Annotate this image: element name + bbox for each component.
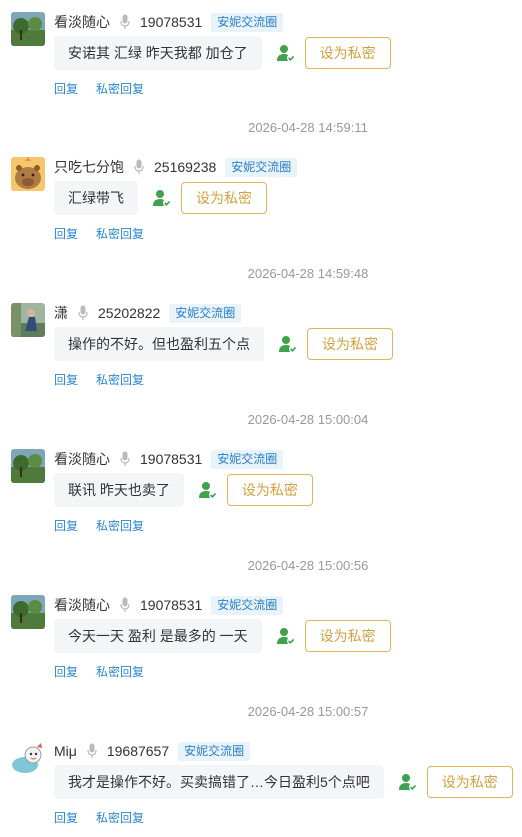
microphone-icon[interactable]	[134, 159, 144, 175]
user-avatar[interactable]	[11, 595, 45, 629]
username[interactable]: Miμ	[54, 743, 77, 759]
user-id: 19078531	[140, 597, 203, 613]
reply-link[interactable]: 回复	[54, 665, 78, 679]
user-id: 19687657	[106, 743, 170, 759]
set-private-button[interactable]: 设为私密	[304, 620, 391, 652]
group-tag[interactable]: 安妮交流圈	[169, 303, 242, 323]
timestamp: 2026-04-28 14:59:48	[247, 266, 369, 281]
username[interactable]: 看淡随心	[54, 449, 110, 469]
set-private-button[interactable]: 设为私密	[181, 182, 267, 214]
user-avatar[interactable]	[11, 449, 45, 483]
message-bubble: 今天一天 盈利 是最多的 一天	[54, 619, 262, 653]
reply-link[interactable]: 回复	[54, 227, 78, 241]
person-check-icon[interactable]	[278, 334, 298, 354]
user-id: 25202822	[98, 305, 161, 321]
user-avatar[interactable]	[11, 12, 45, 46]
private-reply-link[interactable]: 私密回复	[96, 227, 144, 241]
set-private-button[interactable]: 设为私密	[226, 474, 313, 506]
private-reply-link[interactable]: 私密回复	[96, 665, 144, 679]
microphone-icon[interactable]	[78, 305, 88, 321]
microphone-icon[interactable]	[120, 451, 130, 467]
capybara-avatar-image	[11, 157, 45, 191]
person-check-icon[interactable]	[198, 480, 218, 500]
message-bubble: 联讯 昨天也卖了	[54, 473, 184, 507]
group-tag[interactable]: 安妮交流圈	[211, 595, 284, 615]
group-tag[interactable]: 安妮交流圈	[211, 449, 284, 469]
microphone-icon[interactable]	[120, 14, 130, 30]
user-id: 19078531	[140, 451, 203, 467]
set-private-button[interactable]: 设为私密	[307, 328, 393, 360]
user-id: 25169238	[154, 159, 217, 175]
user-avatar[interactable]	[11, 303, 45, 337]
private-reply-link[interactable]: 私密回复	[96, 519, 144, 533]
reply-link[interactable]: 回复	[54, 519, 78, 533]
timestamp: 2026-04-28 15:00:57	[247, 704, 369, 719]
message-bubble: 我才是操作不好。买卖搞错了…今日盈利5个点吧	[54, 765, 384, 799]
username[interactable]: 看淡随心	[54, 12, 110, 32]
group-tag[interactable]: 安妮交流圈	[225, 157, 298, 177]
person-check-icon[interactable]	[398, 772, 418, 792]
user-avatar[interactable]	[11, 741, 45, 775]
reply-link[interactable]: 回复	[54, 82, 78, 96]
group-tag[interactable]: 安妮交流圈	[178, 741, 251, 761]
username[interactable]: 潇	[54, 303, 68, 323]
group-tag[interactable]: 安妮交流圈	[211, 12, 284, 32]
landscape-avatar-image	[11, 449, 45, 483]
microphone-icon[interactable]	[120, 597, 130, 613]
person-check-icon[interactable]	[276, 43, 296, 63]
microphone-icon[interactable]	[87, 743, 97, 759]
username[interactable]: 只吃七分饱	[54, 157, 124, 177]
cartoon-avatar-image	[11, 741, 45, 775]
timestamp: 2026-04-28 15:00:56	[247, 558, 369, 573]
landscape-avatar-image	[11, 12, 45, 46]
timestamp: 2026-04-28 14:59:11	[248, 120, 368, 135]
set-private-button[interactable]: 设为私密	[304, 37, 391, 69]
message-bubble: 操作的不好。但也盈利五个点	[54, 327, 264, 361]
person-check-icon[interactable]	[276, 626, 296, 646]
timestamp: 2026-04-28 15:00:04	[247, 412, 369, 427]
message-bubble: 汇绿带飞	[54, 181, 138, 215]
message-item: Miμ 19687657 安妮交流圈 我才是操作不好。买卖搞错了…今日盈利5个点…	[0, 741, 522, 837]
user-id: 19078531	[140, 14, 203, 30]
message-bubble: 安诺其 汇绿 昨天我都 加仓了	[54, 36, 262, 70]
private-reply-link[interactable]: 私密回复	[96, 811, 144, 825]
person-check-icon[interactable]	[152, 188, 172, 208]
username[interactable]: 看淡随心	[54, 595, 110, 615]
private-reply-link[interactable]: 私密回复	[96, 82, 144, 96]
set-private-button[interactable]: 设为私密	[426, 766, 513, 798]
landscape-avatar-image	[11, 595, 45, 629]
reply-link[interactable]: 回复	[54, 811, 78, 825]
user-avatar[interactable]	[11, 157, 45, 191]
reply-link[interactable]: 回复	[54, 373, 78, 387]
figure-avatar-image	[11, 303, 45, 337]
private-reply-link[interactable]: 私密回复	[96, 373, 144, 387]
chat-feed: 看淡随心 19078531 安妮交流圈 安诺其 汇绿 昨天我都 加仓了 设为私密…	[0, 0, 522, 837]
